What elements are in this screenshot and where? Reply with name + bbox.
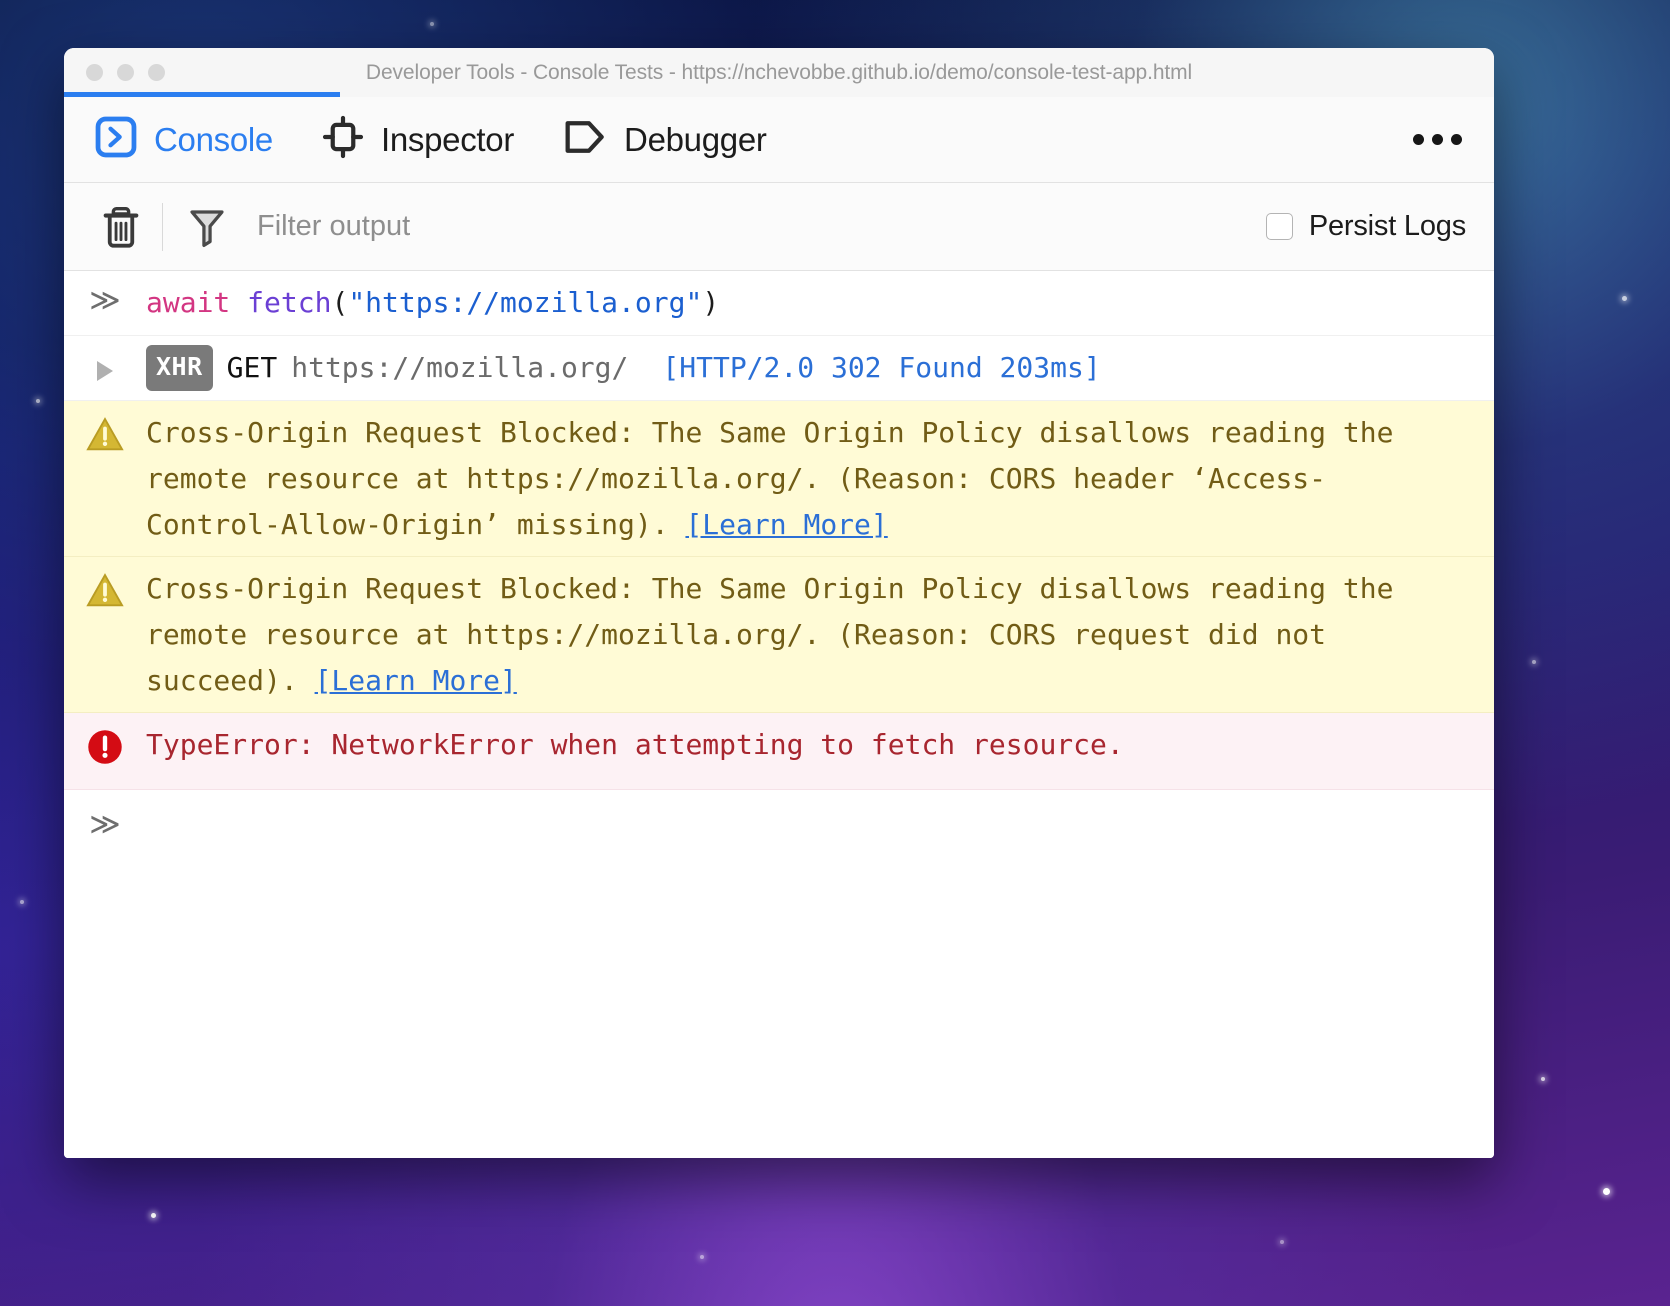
row-gutter <box>64 722 146 780</box>
star <box>1541 1077 1545 1081</box>
warning-message-body: Cross-Origin Request Blocked: The Same O… <box>146 566 1478 703</box>
network-request-body: XHR GET https://mozilla.org/ [HTTP/2.0 302 … <box>146 344 1478 392</box>
tab-inspector-label: Inspector <box>380 120 515 158</box>
star <box>700 1255 704 1259</box>
inspector-box-icon <box>321 115 365 164</box>
ellipsis-dot <box>1413 134 1424 145</box>
learn-more-link[interactable]: [Learn More] <box>685 508 887 541</box>
devtools-tab-bar: Console Inspector Debugger <box>64 97 1494 183</box>
token-punct-close: ) <box>702 286 720 319</box>
network-method: GET <box>226 350 278 384</box>
token-punct-open: ( <box>331 286 349 319</box>
network-status: [HTTP/2.0 302 Found 203ms] <box>662 350 1101 384</box>
tab-console-label: Console <box>154 120 273 158</box>
tab-console[interactable]: Console <box>94 115 273 164</box>
ellipsis-dot <box>1432 134 1443 145</box>
tab-debugger[interactable]: Debugger <box>562 115 767 164</box>
row-gutter <box>64 345 146 381</box>
token-function: fetch <box>247 286 332 319</box>
persist-logs-checkbox[interactable] <box>1265 213 1293 240</box>
loading-progress-bar <box>64 92 340 97</box>
warning-message-body: Cross-Origin Request Blocked: The Same O… <box>146 410 1478 547</box>
persist-logs-control[interactable]: Persist Logs <box>1265 210 1468 243</box>
warning-triangle-icon <box>86 416 124 466</box>
window-title: Developer Tools - Console Tests - https:… <box>365 60 1193 84</box>
console-toolbar: Persist Logs <box>64 183 1494 271</box>
network-request-row[interactable]: XHR GET https://mozilla.org/ [HTTP/2.0 302 … <box>64 336 1494 402</box>
row-gutter: ≫ <box>64 804 146 840</box>
console-message-error[interactable]: TypeError: NetworkError when attempting … <box>64 713 1494 790</box>
filter-input[interactable] <box>257 210 1266 243</box>
tab-inspector[interactable]: Inspector <box>321 115 514 164</box>
star <box>1622 296 1627 301</box>
row-gutter: ≫ <box>64 280 146 316</box>
tab-debugger-label: Debugger <box>624 120 767 158</box>
console-input-row[interactable]: ≫ <box>64 789 1494 840</box>
console-prompt-icon <box>94 115 138 164</box>
persist-logs-label: Persist Logs <box>1308 210 1466 242</box>
row-gutter <box>64 410 146 466</box>
toolbar-separator <box>162 202 163 251</box>
network-url[interactable]: https://mozilla.org/ <box>291 351 628 384</box>
chevron-right-icon[interactable] <box>97 360 113 381</box>
ellipsis-icon[interactable] <box>1409 124 1466 155</box>
trash-icon[interactable] <box>90 198 156 256</box>
ellipsis-dot <box>1451 134 1462 145</box>
console-input-echo-row[interactable]: ≫ await fetch("https://mozilla.org") <box>64 271 1494 336</box>
console-message-warning[interactable]: Cross-Origin Request Blocked: The Same O… <box>64 401 1494 558</box>
error-circle-icon <box>86 728 124 780</box>
star <box>36 399 40 403</box>
close-button[interactable] <box>86 64 103 81</box>
star <box>151 1213 156 1218</box>
debugger-tag-icon <box>562 115 608 164</box>
minimize-button[interactable] <box>117 64 134 81</box>
xhr-badge: XHR <box>146 344 213 392</box>
echo-expression: await fetch("https://mozilla.org") <box>146 280 1478 326</box>
star <box>1603 1188 1610 1195</box>
console-input-field[interactable] <box>146 803 1494 839</box>
maximize-button[interactable] <box>148 64 165 81</box>
star <box>20 900 24 904</box>
error-message-text: TypeError: NetworkError when attempting … <box>146 728 1124 762</box>
learn-more-link[interactable]: [Learn More] <box>315 664 517 697</box>
console-output[interactable]: ≫ await fetch("https://mozilla.org") XHR… <box>64 271 1494 1158</box>
warning-triangle-icon <box>86 572 124 622</box>
devtools-window: Developer Tools - Console Tests - https:… <box>64 48 1494 1158</box>
window-controls <box>64 64 165 81</box>
token-string: "https://mozilla.org" <box>348 286 703 319</box>
row-gutter <box>64 566 146 622</box>
token-keyword: await <box>146 286 248 319</box>
funnel-icon[interactable] <box>181 200 233 254</box>
star <box>1532 660 1536 664</box>
star <box>430 22 434 26</box>
console-message-warning[interactable]: Cross-Origin Request Blocked: The Same O… <box>64 557 1494 714</box>
prompt-chevron-icon: ≫ <box>89 283 121 318</box>
window-titlebar: Developer Tools - Console Tests - https:… <box>64 48 1494 97</box>
prompt-chevron-icon: ≫ <box>89 806 121 842</box>
star <box>1280 1240 1284 1244</box>
